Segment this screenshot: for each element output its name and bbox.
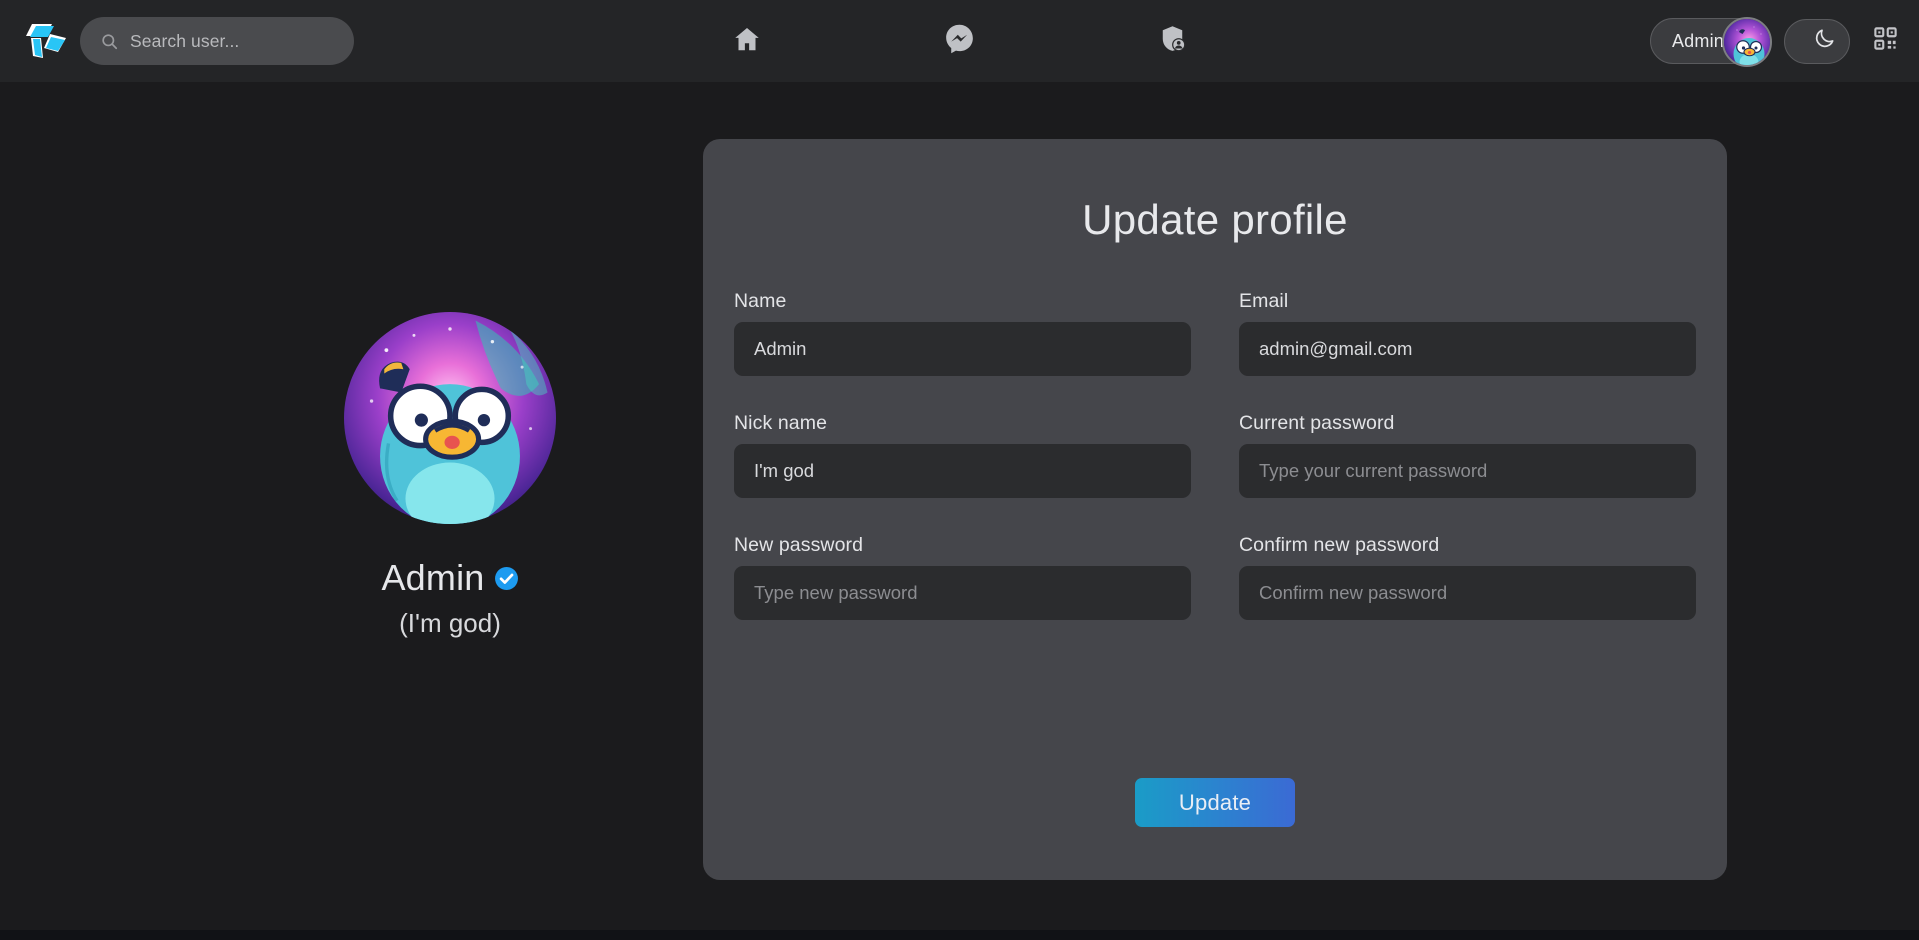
field-new-password: New password xyxy=(734,534,1191,620)
footer-strip xyxy=(0,930,1919,940)
field-name: Name xyxy=(734,290,1191,376)
field-current-password: Current password xyxy=(1239,412,1696,498)
update-profile-card: Update profile Name Email Nick name Curr… xyxy=(703,139,1727,880)
field-label: Name xyxy=(734,290,787,312)
moon-icon xyxy=(1813,27,1836,55)
nav-home-button[interactable] xyxy=(724,18,770,64)
new-password-input[interactable] xyxy=(734,566,1191,620)
home-icon xyxy=(732,24,762,59)
avatar[interactable] xyxy=(1722,17,1772,67)
theme-toggle[interactable] xyxy=(1784,18,1850,64)
email-input[interactable] xyxy=(1239,322,1696,376)
name-input[interactable] xyxy=(734,322,1191,376)
profile-name: Admin xyxy=(381,557,485,598)
field-label: Nick name xyxy=(734,412,828,434)
nav-messages-button[interactable] xyxy=(937,18,983,64)
top-header: Search user... Admin xyxy=(0,0,1919,82)
profile-summary: Admin (I'm god) xyxy=(250,312,650,639)
update-button[interactable]: Update xyxy=(1135,778,1295,827)
header-right-cluster: Admin xyxy=(1649,0,1905,82)
field-email: Email xyxy=(1239,290,1696,376)
shield-user-icon xyxy=(1158,24,1187,58)
messenger-icon xyxy=(944,23,975,59)
user-pill-label: Admin xyxy=(1671,30,1724,51)
update-profile-form: Name Email Nick name Current password Ne… xyxy=(734,290,1696,620)
main-content: Admin (I'm god) Update profile Name Emai… xyxy=(0,82,1919,940)
current-password-input[interactable] xyxy=(1239,444,1696,498)
nav-admin-button[interactable] xyxy=(1150,18,1196,64)
search-box[interactable]: Search user... xyxy=(80,17,354,65)
search-input[interactable]: Search user... xyxy=(130,31,239,52)
qr-code-button[interactable] xyxy=(1865,21,1905,61)
user-menu-button[interactable]: Admin xyxy=(1649,17,1772,67)
field-label: Email xyxy=(1239,290,1289,312)
qr-code-icon xyxy=(1872,25,1899,57)
profile-nickname: (I'm god) xyxy=(399,608,501,638)
field-nickname: Nick name xyxy=(734,412,1191,498)
verified-badge-icon xyxy=(494,566,519,591)
field-label: Current password xyxy=(1239,412,1395,434)
field-label: New password xyxy=(734,534,864,556)
submit-row: Update xyxy=(703,778,1727,827)
confirm-password-input[interactable] xyxy=(1239,566,1696,620)
field-label: Confirm new password xyxy=(1239,534,1440,556)
search-icon xyxy=(100,32,119,51)
profile-name-row: Admin xyxy=(381,557,518,599)
profile-avatar[interactable] xyxy=(344,312,556,524)
card-title: Update profile xyxy=(1082,196,1348,243)
app-logo[interactable] xyxy=(18,12,74,68)
field-confirm-password: Confirm new password xyxy=(1239,534,1696,620)
nickname-input[interactable] xyxy=(734,444,1191,498)
